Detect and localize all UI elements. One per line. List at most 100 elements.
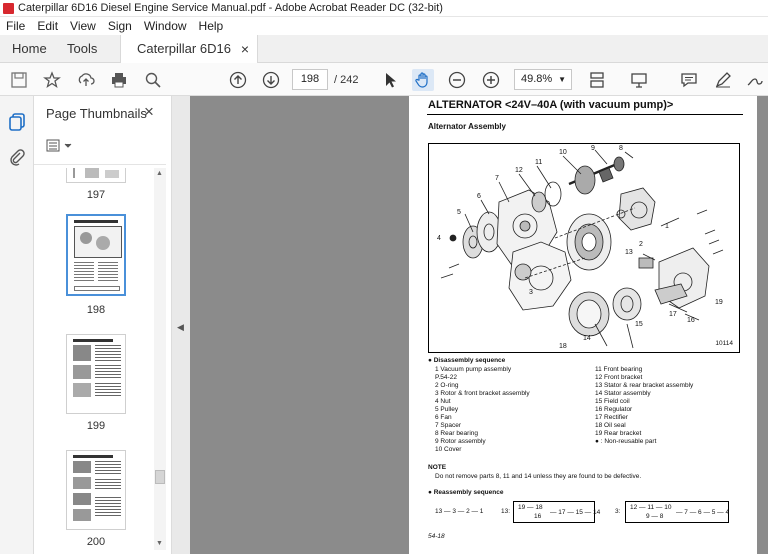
list-item: 5 Pulley — [435, 406, 459, 413]
share-upload-icon[interactable] — [75, 69, 97, 91]
svg-text:18: 18 — [559, 343, 567, 350]
reassembly-seq3-box: 12 — 11 — 10 9 — 8 — 7 — 6 — 5 — 4 — [625, 501, 729, 523]
list-item: 8 Rear bearing — [435, 430, 478, 437]
highlight-pen-icon[interactable] — [712, 69, 734, 91]
zoom-in-icon[interactable] — [480, 69, 502, 91]
scroll-down-arrow-icon[interactable]: ▼ — [156, 540, 163, 547]
list-item: 4 Nut — [435, 398, 451, 405]
thumbnail-label-200: 200 — [86, 536, 106, 548]
exploded-view-figure: 5 6 7 12 11 10 9 8 2 1 4 3 13 14 15 16 1… — [428, 143, 740, 353]
page-number-input[interactable]: 198 — [292, 69, 328, 90]
save-icon[interactable] — [8, 69, 30, 91]
page-display-icon[interactable] — [586, 69, 608, 91]
svg-text:13: 13 — [625, 249, 633, 256]
svg-text:16: 16 — [687, 317, 695, 324]
menu-window[interactable]: Window — [144, 19, 187, 33]
svg-text:17: 17 — [669, 311, 677, 318]
tab-bar: Home Tools Caterpillar 6D16 Di... × — [0, 35, 768, 84]
svg-text:10: 10 — [559, 149, 567, 156]
list-item: 1 Vacuum pump assembly — [435, 366, 512, 373]
thumbnails-panel: Page Thumbnails × ▲ ▼ 197 198 199 200 — [34, 96, 172, 554]
tab-document[interactable]: Caterpillar 6D16 Di... × — [120, 35, 258, 84]
thumbnail-page-200[interactable] — [66, 450, 126, 530]
hand-tool-icon[interactable] — [412, 69, 434, 91]
svg-text:8: 8 — [619, 145, 623, 152]
reassembly-heading: ● Reassembly sequence — [428, 489, 504, 496]
zoom-out-icon[interactable] — [446, 69, 468, 91]
list-item: 12 Front bracket — [595, 374, 643, 381]
tab-tools[interactable]: Tools — [67, 35, 97, 63]
menu-edit[interactable]: Edit — [37, 19, 58, 33]
scrollbar-thumb[interactable] — [155, 470, 165, 484]
zoom-level-select[interactable]: 49.8% ▼ — [514, 69, 572, 90]
comment-icon[interactable] — [678, 69, 700, 91]
reassembly-seq2-label: 13: — [501, 508, 511, 515]
note-text: Do not remove parts 8, 11 and 14 unless … — [435, 473, 642, 480]
svg-text:3: 3 — [529, 289, 533, 296]
list-item: 7 Spacer — [435, 422, 462, 429]
menu-file[interactable]: File — [6, 19, 25, 33]
list-item: P.54-22 — [435, 374, 457, 381]
thumbnail-label-198: 198 — [86, 304, 106, 316]
svg-text:19: 19 — [715, 299, 723, 306]
read-mode-icon[interactable] — [628, 69, 650, 91]
alternator-exploded-diagram: 5 6 7 12 11 10 9 8 2 1 4 3 13 14 15 16 1… — [437, 145, 724, 350]
thumbnail-page-198[interactable] — [66, 214, 126, 296]
tab-close-icon[interactable]: × — [241, 35, 249, 63]
thumbnails-close-icon[interactable]: × — [144, 102, 154, 122]
menu-view[interactable]: View — [70, 19, 96, 33]
thumbnail-page-199[interactable] — [66, 334, 126, 414]
svg-text:4: 4 — [437, 235, 441, 242]
page-footer-number: 54-18 — [428, 533, 445, 540]
reassembly-seq3-label: 3: — [615, 508, 621, 515]
figure-number: 10114 — [715, 340, 733, 347]
disassembly-list-right: 11 Front bearing 12 Front bracket 13 Sta… — [595, 366, 693, 446]
list-item: 13 Stator & rear bracket assembly — [595, 382, 694, 389]
list-item: 3 Rotor & front bracket assembly — [435, 390, 530, 397]
title-bar: Caterpillar 6D16 Diesel Engine Service M… — [0, 0, 768, 17]
navigation-rail — [0, 96, 34, 554]
thumbnails-title: Page Thumbnails — [46, 106, 147, 121]
thumbnail-scrollbar[interactable]: ▲ ▼ — [154, 168, 166, 550]
list-item: 18 Oil seal — [595, 422, 626, 429]
sign-pen-icon[interactable] — [744, 69, 766, 91]
doc-title: ALTERNATOR <24V–40A (with vacuum pump)> — [428, 99, 674, 111]
thumbnail-page-197[interactable] — [66, 168, 126, 183]
next-page-icon[interactable] — [260, 69, 282, 91]
thumbnail-options-menu[interactable] — [46, 138, 74, 154]
svg-text:5: 5 — [457, 209, 461, 216]
print-icon[interactable] — [108, 69, 130, 91]
list-item: 14 Stator assembly — [595, 390, 651, 397]
reassembly-seq-main: 13 — 3 — 2 — 1 — [435, 508, 484, 515]
svg-text:14: 14 — [583, 335, 591, 342]
previous-page-icon[interactable] — [227, 69, 249, 91]
disassembly-list-left: 1 Vacuum pump assembly P.54-22 2 O-ring … — [435, 366, 530, 454]
page-thumbnails-icon[interactable] — [8, 112, 26, 132]
attachment-paperclip-icon[interactable] — [8, 148, 26, 166]
menu-bar: File Edit View Sign Window Help — [0, 17, 768, 35]
zoom-level-value: 49.8% — [521, 73, 553, 85]
bookmark-star-icon[interactable] — [41, 69, 63, 91]
svg-text:12: 12 — [515, 167, 523, 174]
window-title: Caterpillar 6D16 Diesel Engine Service M… — [18, 2, 443, 14]
thumbnail-label-197: 197 — [86, 189, 106, 201]
svg-text:7: 7 — [495, 175, 499, 182]
svg-text:15: 15 — [635, 321, 643, 328]
panel-collapse-handle[interactable]: ◀ — [172, 96, 190, 554]
svg-text:2: 2 — [639, 241, 643, 248]
menu-help[interactable]: Help — [199, 19, 224, 33]
seq3-line-c: — 7 — 6 — 5 — 4 — [676, 509, 730, 516]
acrobat-app-icon — [3, 2, 14, 14]
list-item: 15 Field coil — [595, 398, 630, 405]
search-zoom-icon[interactable] — [142, 69, 164, 91]
list-item: 17 Rectifier — [595, 414, 628, 421]
menu-sign[interactable]: Sign — [108, 19, 132, 33]
seq3-line-a: 12 — 11 — 10 — [630, 504, 672, 511]
pdf-page: ALTERNATOR <24V–40A (with vacuum pump)> … — [409, 96, 757, 554]
list-item: 16 Regulator — [595, 406, 633, 413]
select-cursor-icon[interactable] — [379, 69, 401, 91]
tab-home[interactable]: Home — [12, 35, 47, 63]
reassembly-seq2-box: 19 — 18 16 — 17 — 15 — 14 — [513, 501, 600, 523]
scroll-up-arrow-icon[interactable]: ▲ — [156, 170, 163, 177]
list-item: 19 Rear bracket — [595, 430, 642, 437]
